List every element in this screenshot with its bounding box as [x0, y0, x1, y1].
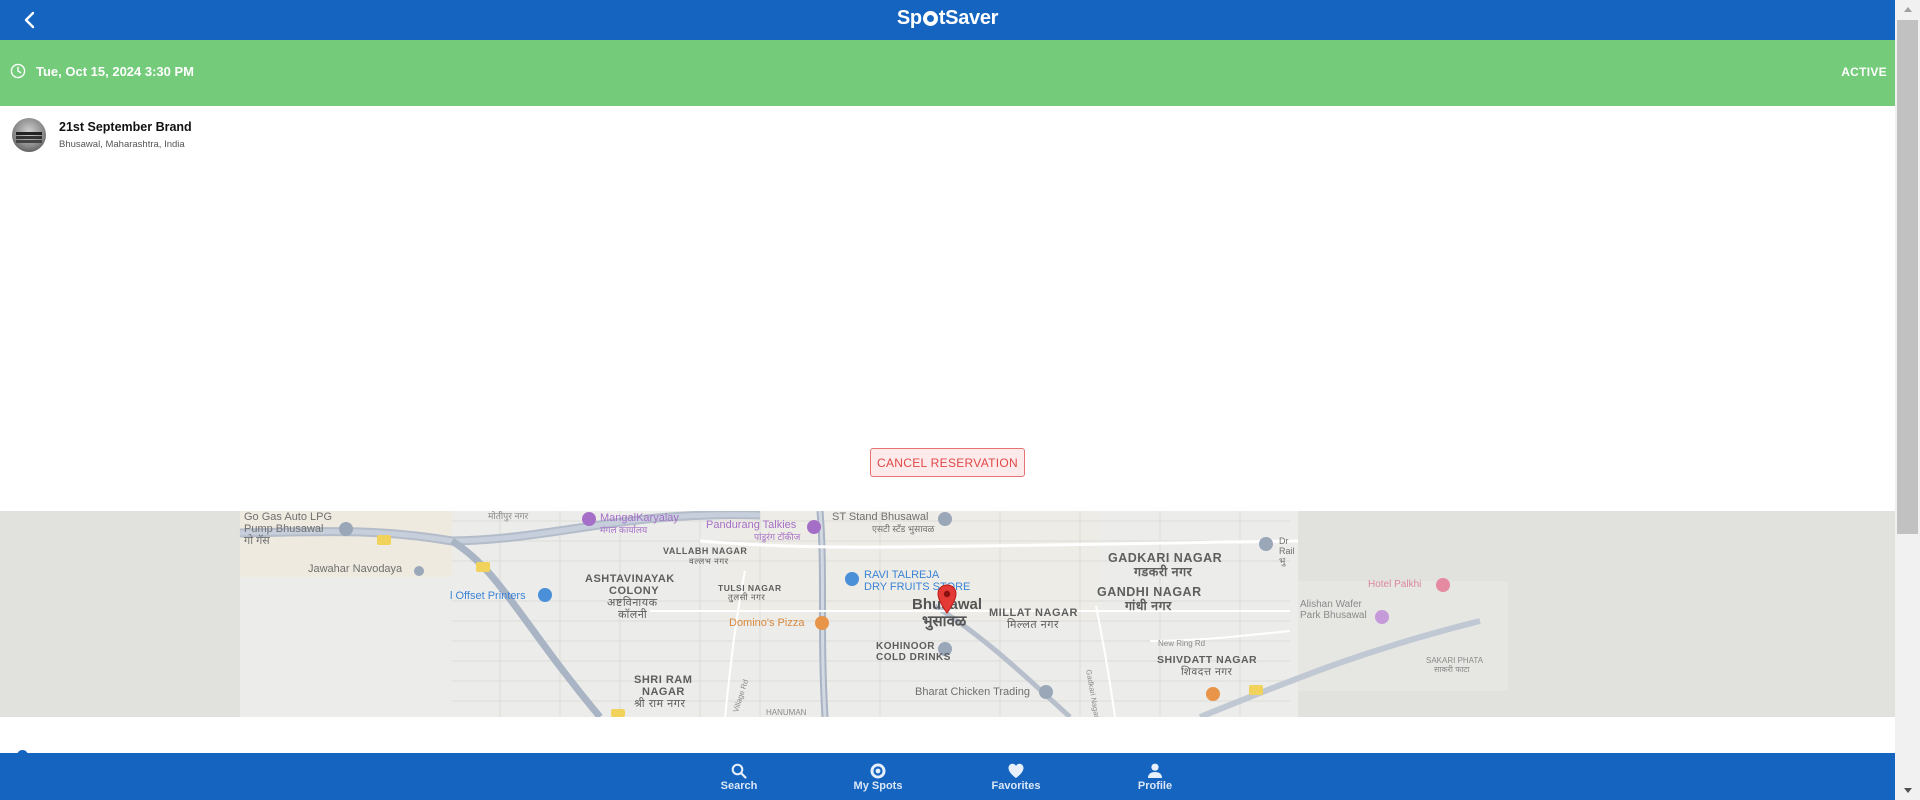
person-icon — [1148, 763, 1162, 778]
logo-pin-icon — [922, 11, 938, 26]
map-label-go-gas: Go Gas Auto LPG Pump Bhusawal गो गॅस — [244, 511, 333, 548]
location-pin-icon[interactable] — [937, 584, 957, 614]
map-label-jawahar: Jawahar Navodaya — [308, 563, 403, 575]
nav-label-favorites: Favorites — [991, 780, 1041, 792]
top-app-bar: Sp tSaver — [0, 0, 1895, 40]
status-badge: ACTIVE — [1841, 65, 1887, 79]
nav-item-profile[interactable]: Profile — [1115, 753, 1195, 800]
location-map[interactable]: Go Gas Auto LPG Pump Bhusawal गो गॅस मोतीप… — [0, 511, 1895, 717]
nav-item-search[interactable]: Search — [699, 753, 779, 800]
map-label-mangal: MangalKaryalay मंगल कार्यालय — [600, 512, 679, 536]
spot-location: Bhusawal, Maharashtra, India — [59, 139, 185, 150]
scrollbar-thumb[interactable] — [1897, 20, 1918, 534]
nav-label-profile: Profile — [1137, 780, 1173, 792]
search-icon — [731, 763, 747, 779]
caret-down-icon — [1903, 788, 1912, 793]
nav-item-favorites[interactable]: Favorites — [976, 753, 1056, 800]
reservation-datetime: Tue, Oct 15, 2024 3:30 PM — [36, 64, 194, 79]
map-label-ashtavinayak: ASHTAVINAYAK COLONY अष्टविनायक कॉलनी — [585, 573, 675, 622]
map-label-sakari: SAKARI PHATA साकरी फाटा — [1426, 656, 1484, 674]
map-label-gadkari: GADKARI NAGAR गडकरी नगर — [1108, 551, 1223, 579]
bottom-navigation: Search My Spots Favorites Profile — [0, 753, 1895, 800]
map-label-gandhi: GANDHI NAGAR गांधी नगर — [1097, 585, 1202, 613]
map-label-vallabh: VALLABH NAGAR वल्लभ नगर — [663, 546, 748, 566]
map-label-hotel: Hotel Palkhi — [1368, 579, 1422, 590]
reservation-status-banner: Tue, Oct 15, 2024 3:30 PM ACTIVE — [0, 40, 1895, 106]
cancel-reservation-button[interactable]: CANCEL RESERVATION — [870, 448, 1025, 477]
nav-label-my-spots: My Spots — [853, 780, 903, 792]
target-icon — [870, 763, 886, 779]
app-logo: Sp tSaver — [896, 7, 999, 29]
clock-icon — [10, 63, 26, 79]
map-label-millat: MILLAT NAGAR मिल्लत नगर — [989, 607, 1078, 632]
app-window: Sp tSaver Tue, Oct 15, 2024 3:30 PM ACTIV… — [0, 0, 1895, 800]
map-label-dominos: Domino's Pizza — [729, 617, 805, 629]
map-label-rail: Dr Rail भु — [1279, 536, 1295, 566]
spot-avatar — [12, 118, 46, 152]
nav-label-search: Search — [720, 780, 758, 792]
map-label-hanuman: HANUMAN — [766, 708, 807, 717]
caret-up-icon — [1903, 7, 1912, 12]
map-label-pandurang: Pandurang Talkies पांडुरंग टॉकीज — [706, 519, 801, 543]
vertical-scrollbar[interactable] — [1895, 0, 1920, 800]
spot-name: 21st September Brand — [59, 120, 192, 134]
map-label-shri-ram: SHRI RAM NAGAR श्री राम नगर — [634, 674, 693, 711]
map-label-tulsi: TULSI NAGAR तुलसी नगर — [718, 583, 782, 603]
scroll-up-button[interactable] — [1895, 0, 1920, 18]
map-label-kohinoor: KOHINOOR COLD DRINKS — [876, 641, 951, 663]
scroll-down-button[interactable] — [1895, 782, 1920, 800]
nav-item-my-spots[interactable]: My Spots — [838, 753, 918, 800]
map-label-alishan: Alishan Wafer Park Bhusawal — [1300, 599, 1367, 621]
map-label-motipur: मोतीपुर नगर — [488, 511, 529, 521]
map-label-new-ring-rd: New Ring Rd — [1158, 639, 1206, 648]
map-label-shivdatt: SHIVDATT NAGAR शिवदत्त नगर — [1157, 654, 1258, 678]
map-label-bharat: Bharat Chicken Trading — [915, 686, 1030, 698]
map-label-offset: l Offset Printers — [450, 590, 526, 602]
heart-icon — [1008, 763, 1024, 778]
map-label-st-stand: ST Stand Bhusawal एसटी स्टँड भुसावळ — [832, 511, 935, 535]
